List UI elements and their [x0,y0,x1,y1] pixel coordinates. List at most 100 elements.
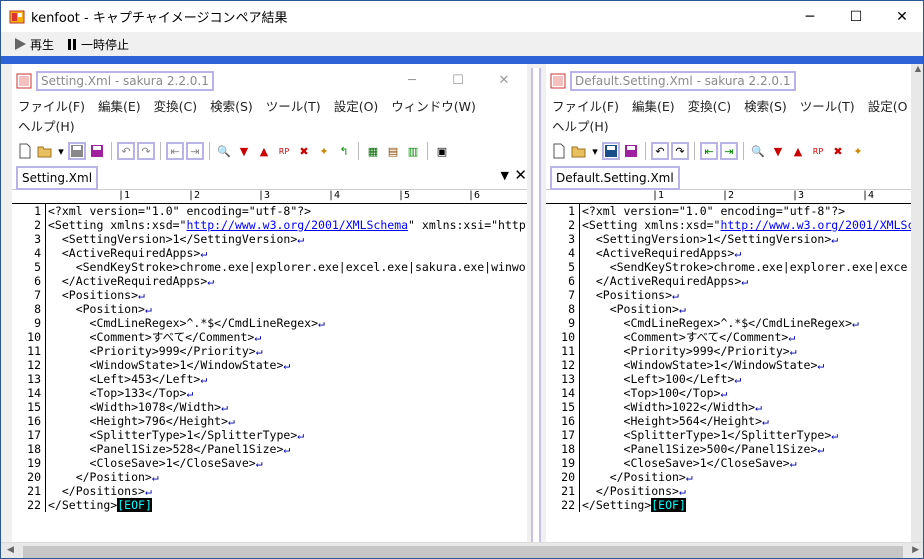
right-editor[interactable]: 1 <?xml version="1.0" encoding="utf-8"?> 2… [546,204,911,542]
menu-item[interactable]: 設定(O) [334,99,379,114]
outline-icon[interactable]: ▤ [384,142,402,160]
new-file-icon[interactable] [550,142,568,160]
line-text: </Positions>↵ [48,484,152,498]
grep-icon[interactable]: ✦ [315,142,333,160]
jump-back-icon[interactable]: ⇤ [166,142,184,160]
menu-item[interactable]: 設定(O [868,99,908,114]
right-vertical-scrollbar[interactable]: ▲ [911,64,923,542]
jump-forward-icon[interactable]: ⇥ [720,142,738,160]
left-close-button[interactable]: ✕ [481,73,527,88]
save-as-icon[interactable] [622,142,640,160]
eof-marker: [EOF] [651,498,686,512]
line-number: 1 [546,204,580,218]
save-icon[interactable] [68,142,86,160]
line-number: 19 [546,456,580,470]
line-number: 17 [546,428,580,442]
new-file-icon[interactable] [16,142,34,160]
pause-label: 一時停止 [81,37,130,52]
line-text: <ActiveRequiredApps>↵ [582,246,742,260]
scroll-up-icon[interactable]: ▲ [911,64,923,78]
pane-splitter[interactable] [527,64,546,542]
menu-item[interactable]: ツール(T) [800,99,855,114]
left-maximize-button[interactable]: ☐ [435,73,481,88]
compare-icon[interactable]: ▦ [364,142,382,160]
line-text: <Panel1Size>528</Panel1Size>↵ [48,442,291,456]
scroll-left-icon[interactable]: ◀ [7,545,14,555]
search-down-icon[interactable]: ▼ [235,142,253,160]
left-minimize-button[interactable]: ─ [389,73,435,88]
line-text: <Positions>↵ [48,288,145,302]
jump-back-icon[interactable]: ⇤ [700,142,718,160]
left-editor[interactable]: 1 <?xml version="1.0" encoding="utf-8"?> 2… [12,204,527,542]
tab-close-icon[interactable]: ✕ [514,166,527,184]
jump-forward-icon[interactable]: ⇥ [186,142,204,160]
maximize-button[interactable]: ☐ [833,1,879,32]
left-toolbar: ▾ ↶ ↷ ⇤ ⇥ 🔍 ▼ ▲ RP ✖ ✦ ↰ ▦ ▤ ▥ ▣ [12,138,527,164]
clear-mark-icon[interactable]: ✖ [295,142,313,160]
line-number: 12 [546,358,580,372]
undo-icon[interactable]: ↶ [651,142,669,160]
scrollbar-thumb[interactable] [23,546,903,558]
menu-item[interactable]: 編集(E) [632,99,675,114]
line-text: </Positions>↵ [582,484,686,498]
code-line: 22 </Setting>[EOF] [12,498,527,512]
search-icon[interactable]: 🔍 [215,142,233,160]
pause-button[interactable]: 一時停止 [66,36,129,53]
line-text: <WindowState>1</WindowState>↵ [582,358,825,372]
replace-icon[interactable]: RP [809,142,827,160]
ruler-mark: |4 [862,190,875,201]
menu-item[interactable]: 変換(C) [154,99,197,114]
search-down-icon[interactable]: ▼ [769,142,787,160]
tag-jump-icon[interactable]: ↰ [335,142,353,160]
menu-item[interactable]: ヘルプ(H) [552,119,609,134]
menu-item[interactable]: ツール(T) [266,99,321,114]
open-folder-icon[interactable] [36,142,54,160]
bracket-icon[interactable]: ▥ [404,142,422,160]
menu-item[interactable]: 編集(E) [98,99,141,114]
clear-mark-icon[interactable]: ✖ [829,142,847,160]
settings-icon[interactable]: ▣ [433,142,451,160]
play-button[interactable]: 再生 [13,36,54,53]
tab-setting-xml[interactable]: Setting.Xml [16,166,99,190]
code-line: 1 <?xml version="1.0" encoding="utf-8"?> [12,204,527,218]
line-text: <Left>100</Left>↵ [582,372,742,386]
redo-icon[interactable]: ↷ [137,142,155,160]
search-up-icon[interactable]: ▲ [789,142,807,160]
horizontal-scrollbar[interactable]: ◀ ▶ [1,542,923,558]
open-folder-icon[interactable] [570,142,588,160]
code-line: 16 <Height>564</Height>↵ [546,414,911,428]
menu-item[interactable]: 検索(S) [744,99,787,114]
line-number: 14 [12,386,46,400]
scroll-right-icon[interactable]: ▶ [912,545,919,555]
menu-item[interactable]: ウィンドウ(W) [391,99,476,114]
replace-icon[interactable]: RP [275,142,293,160]
tab-list-icon[interactable]: ▼ [501,169,509,182]
code-line: 3 <SettingVersion>1</SettingVersion>↵ [12,232,527,246]
dropdown-icon[interactable]: ▾ [56,142,66,160]
line-text: <Comment>すべて</Comment>↵ [48,330,262,344]
search-icon[interactable]: 🔍 [749,142,767,160]
menu-item[interactable]: 検索(S) [210,99,253,114]
dropdown-icon[interactable]: ▾ [590,142,600,160]
code-line: 5 <SendKeyStroke>chrome.exe|explorer.exe… [12,260,527,274]
line-number: 9 [12,316,46,330]
line-number: 6 [546,274,580,288]
menu-item[interactable]: 変換(C) [688,99,731,114]
line-number: 17 [12,428,46,442]
menu-item[interactable]: ファイル(F) [552,99,619,114]
code-line: 15 <Width>1022</Width>↵ [546,400,911,414]
title-bar: kenfoot - キャプチャイメージコンペア結果 ─ ☐ ✕ [1,1,923,32]
close-button[interactable]: ✕ [879,1,923,32]
menu-item[interactable]: ヘルプ(H) [18,119,75,134]
ruler-mark: |2 [188,190,201,201]
save-icon[interactable] [602,142,620,160]
line-text: <CloseSave>1</CloseSave>↵ [582,456,797,470]
undo-icon[interactable]: ↶ [117,142,135,160]
minimize-button[interactable]: ─ [787,1,833,32]
grep-icon[interactable]: ✦ [849,142,867,160]
save-as-icon[interactable] [88,142,106,160]
tab-default-setting-xml[interactable]: Default.Setting.Xml [550,166,680,190]
search-up-icon[interactable]: ▲ [255,142,273,160]
redo-icon[interactable]: ↷ [671,142,689,160]
menu-item[interactable]: ファイル(F) [18,99,85,114]
